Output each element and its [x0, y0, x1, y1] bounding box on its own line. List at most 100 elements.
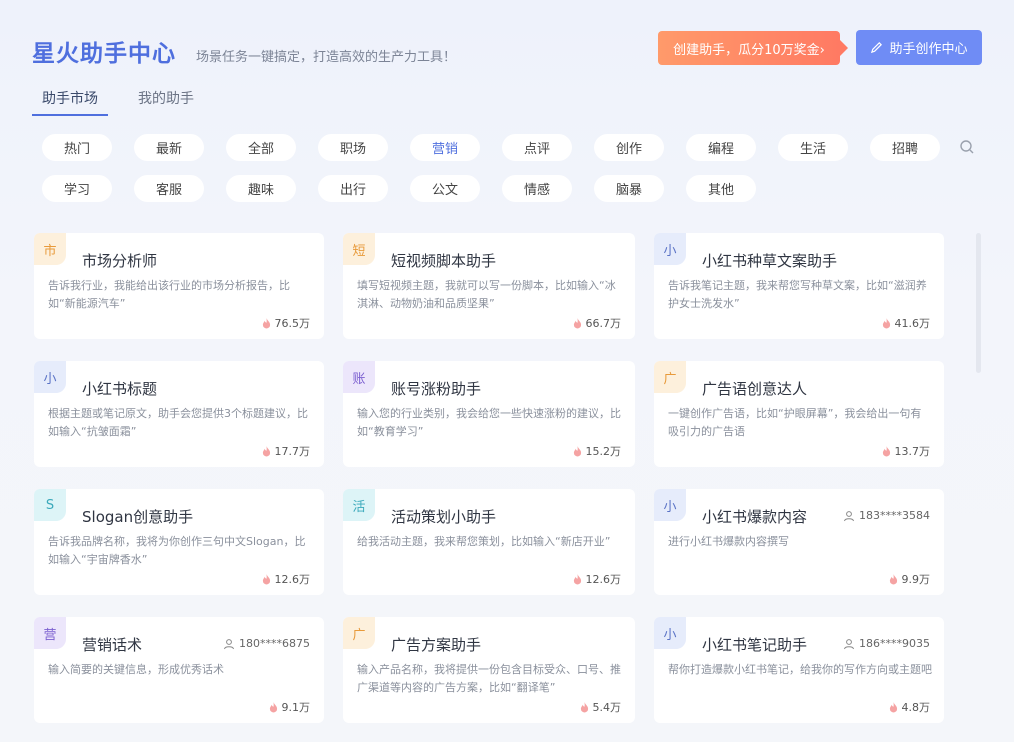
- flame-icon: [573, 317, 581, 328]
- flame-icon: [269, 701, 277, 712]
- category-chip[interactable]: 情感: [502, 175, 572, 202]
- assistant-card[interactable]: 小小红书种草文案助手告诉我笔记主题，我来帮您写种草文案，比如“滋润养护女士洗发水…: [654, 233, 944, 339]
- tab-my-assistants[interactable]: 我的助手: [128, 88, 204, 116]
- category-chip[interactable]: 其他: [686, 175, 756, 202]
- card-title: 小红书笔记助手: [702, 636, 808, 654]
- card-usage: 12.6万: [573, 571, 622, 587]
- create-center-button[interactable]: 助手创作中心: [856, 30, 982, 65]
- category-chip[interactable]: 创作: [594, 134, 664, 161]
- card-usage: 4.8万: [889, 699, 931, 715]
- category-chip[interactable]: 最新: [134, 134, 204, 161]
- category-chip[interactable]: 客服: [134, 175, 204, 202]
- flame-icon: [573, 573, 581, 584]
- pencil-icon: [871, 42, 883, 54]
- assistant-card[interactable]: 短短视频脚本助手填写短视频主题，我就可以写一份脚本，比如输入“冰淇淋、动物奶油和…: [343, 233, 635, 339]
- search-icon[interactable]: [958, 138, 976, 156]
- card-title: 小红书标题: [82, 380, 158, 398]
- create-center-label: 助手创作中心: [889, 42, 968, 57]
- card-author: 186****9035: [843, 637, 930, 650]
- assistant-grid: 市市场分析师 告诉我行业，我能给出该行业的市场分析报告，比如“新能源汽车” 76.5…: [34, 233, 946, 723]
- card-author-name: 183****3584: [859, 509, 930, 522]
- card-usage: 66.7万: [573, 315, 621, 331]
- category-chip[interactable]: 生活: [778, 134, 848, 161]
- card-usage-count: 12.6万: [585, 573, 622, 586]
- card-badge: S: [34, 489, 66, 521]
- assistant-card[interactable]: 小小红书标题根据主题或笔记原文，助手会您提供3个标题建议，比如输入“抗皱面霜” 1…: [34, 361, 324, 467]
- category-chip[interactable]: 编程: [686, 134, 756, 161]
- assistant-card[interactable]: 小小红书爆款内容 183****3584 进行小红书爆款内容撰写 9.9万: [654, 489, 944, 595]
- assistant-card[interactable]: 活活动策划小助手 给我活动主题，我来帮您策划，比如输入“新店开业” 12.6万: [343, 489, 635, 595]
- category-chip[interactable]: 全部: [226, 134, 296, 161]
- card-title: 账号涨粉助手: [391, 380, 482, 398]
- category-chip[interactable]: 热门: [42, 134, 112, 161]
- category-chip[interactable]: 趣味: [226, 175, 296, 202]
- card-description: 告诉我品牌名称，我将为你创作三句中文Slogan，比如输入“宇宙牌香水”: [48, 535, 306, 566]
- card-title: 小红书爆款内容: [702, 508, 808, 526]
- card-description: 告诉我笔记主题，我来帮您写种草文案，比如“滋润养护女士洗发水”: [668, 279, 927, 310]
- promo-create-button[interactable]: 创建助手，瓜分10万奖金›: [658, 31, 840, 65]
- card-title: 小红书种草文案助手: [702, 252, 838, 270]
- scrollbar[interactable]: [976, 233, 981, 373]
- card-usage-count: 4.8万: [901, 701, 931, 714]
- category-chip[interactable]: 职场: [318, 134, 388, 161]
- card-badge: 广: [343, 617, 375, 649]
- category-chip[interactable]: 招聘: [870, 134, 940, 161]
- flame-icon: [262, 317, 270, 328]
- assistant-card[interactable]: S Slogan创意助手 告诉我品牌名称，我将为你创作三句中文Slogan，比如输入…: [34, 489, 324, 595]
- assistant-card[interactable]: 账账号涨粉助手 输入您的行业类别，我会给您一些快速涨粉的建议，比如“教育学习” 15…: [343, 361, 635, 467]
- category-row: 学习 客服 趣味 出行 公文 情感 脑暴 其他: [42, 175, 942, 202]
- promo-label: 创建助手，瓜分10万奖金›: [673, 42, 825, 58]
- card-usage-count: 41.6万: [894, 317, 931, 330]
- card-title: 营销话术: [82, 636, 143, 654]
- card-badge: 营: [34, 617, 66, 649]
- category-chip[interactable]: 点评: [502, 134, 572, 161]
- card-title: 活动策划小助手: [391, 508, 497, 526]
- page-title: 星火助手中心: [32, 41, 176, 67]
- card-description: 给我活动主题，我来帮您策划，比如输入“新店开业”: [357, 535, 611, 548]
- card-usage: 41.6万: [882, 315, 931, 331]
- tab-market[interactable]: 助手市场: [32, 88, 108, 116]
- assistant-card[interactable]: 广广告语创意达人 一键创作广告语，比如“护眼屏幕”，我会给出一句有吸引力的广告语 1…: [654, 361, 944, 467]
- card-usage-count: 5.4万: [592, 701, 622, 714]
- card-badge: 小: [654, 233, 686, 265]
- assistant-card[interactable]: 营营销话术 180****6875 输入简要的关键信息，形成优秀话术 9.1万: [34, 617, 324, 723]
- header: 星火助手中心 场景任务一键搞定，打造高效的生产力工具！: [32, 34, 456, 68]
- card-title: 广告方案助手: [391, 636, 482, 654]
- assistant-card[interactable]: 小小红书笔记助手 186****9035 帮你打造爆款小红书笔记，给我你的写作方向或…: [654, 617, 944, 723]
- flame-icon: [262, 445, 270, 456]
- main-tabs: 助手市场 我的助手: [32, 88, 204, 116]
- category-chip[interactable]: 公文: [410, 175, 480, 202]
- card-badge: 小: [654, 617, 686, 649]
- card-usage-count: 9.1万: [281, 701, 311, 714]
- card-badge: 广: [654, 361, 686, 393]
- card-title: 短视频脚本助手: [391, 252, 497, 270]
- card-author-name: 186****9035: [859, 637, 930, 650]
- flame-icon: [262, 573, 270, 584]
- card-description: 根据主题或笔记原文，助手会您提供3个标题建议，比如输入“抗皱面霜”: [48, 407, 308, 438]
- category-chip[interactable]: 学习: [42, 175, 112, 202]
- user-icon: [844, 510, 854, 521]
- card-description: 一键创作广告语，比如“护眼屏幕”，我会给出一句有吸引力的广告语: [668, 407, 922, 438]
- assistant-card[interactable]: 市市场分析师 告诉我行业，我能给出该行业的市场分析报告，比如“新能源汽车” 76.5…: [34, 233, 324, 339]
- card-usage: 76.5万: [262, 315, 310, 331]
- card-description: 填写短视频主题，我就可以写一份脚本，比如输入“冰淇淋、动物奶油和品质坚果”: [357, 279, 616, 310]
- card-badge: 小: [654, 489, 686, 521]
- user-icon: [844, 638, 854, 649]
- card-usage-count: 12.6万: [274, 573, 311, 586]
- card-usage: 17.7万: [262, 443, 311, 459]
- card-author-name: 180****6875: [239, 637, 310, 650]
- card-badge: 小: [34, 361, 66, 393]
- card-description: 告诉我行业，我能给出该行业的市场分析报告，比如“新能源汽车”: [48, 279, 290, 310]
- card-title: 广告语创意达人: [702, 380, 808, 398]
- card-usage: 15.2万: [573, 443, 621, 459]
- assistant-card[interactable]: 广广告方案助手 输入产品名称，我将提供一份包含目标受众、口号、推广渠道等内容的广告…: [343, 617, 635, 723]
- flame-icon: [889, 573, 897, 584]
- category-chip[interactable]: 营销: [410, 134, 480, 161]
- card-usage: 5.4万: [580, 699, 622, 715]
- card-usage-count: 17.7万: [274, 445, 311, 458]
- card-badge: 市: [34, 233, 66, 265]
- category-chip[interactable]: 出行: [318, 175, 388, 202]
- card-badge: 短: [343, 233, 375, 265]
- category-chip[interactable]: 脑暴: [594, 175, 664, 202]
- card-description: 输入简要的关键信息，形成优秀话术: [48, 663, 224, 676]
